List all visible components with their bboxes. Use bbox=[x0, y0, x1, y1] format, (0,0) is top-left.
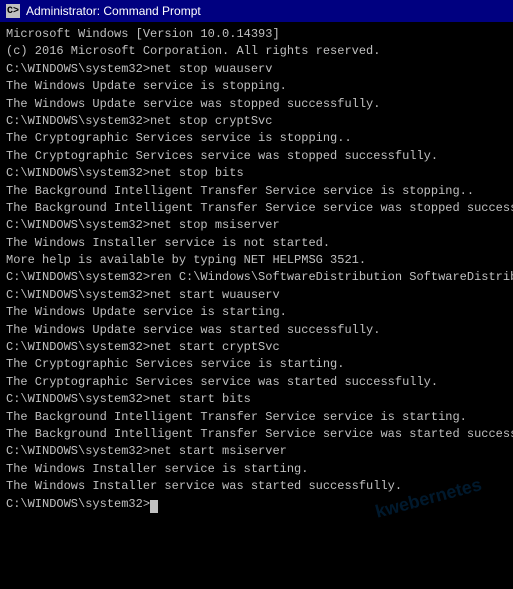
terminal-line: The Windows Installer service is startin… bbox=[6, 461, 507, 478]
terminal-line: The Windows Update service was stopped s… bbox=[6, 96, 507, 113]
terminal-line: C:\WINDOWS\system32>net start bits bbox=[6, 391, 507, 408]
terminal-line: C:\WINDOWS\system32>net stop cryptSvc bbox=[6, 113, 507, 130]
terminal-line: The Windows Update service is stopping. bbox=[6, 78, 507, 95]
terminal-line: Microsoft Windows [Version 10.0.14393] bbox=[6, 26, 507, 43]
terminal-line: C:\WINDOWS\system32>net stop wuauserv bbox=[6, 61, 507, 78]
title-bar-text: Administrator: Command Prompt bbox=[26, 4, 507, 18]
terminal-line: More help is available by typing NET HEL… bbox=[6, 252, 507, 269]
terminal-line: The Windows Update service was started s… bbox=[6, 322, 507, 339]
terminal-line: C:\WINDOWS\system32>net stop bits bbox=[6, 165, 507, 182]
terminal-line: The Windows Installer service was starte… bbox=[6, 478, 507, 495]
terminal-line: The Cryptographic Services service is st… bbox=[6, 356, 507, 373]
terminal-line: C:\WINDOWS\system32>net start msiserver bbox=[6, 443, 507, 460]
terminal-line: (c) 2016 Microsoft Corporation. All righ… bbox=[6, 43, 507, 60]
terminal-line: The Background Intelligent Transfer Serv… bbox=[6, 409, 507, 426]
terminal-line: C:\WINDOWS\system32>net start wuauserv bbox=[6, 287, 507, 304]
terminal-line: C:\WINDOWS\system32>net stop msiserver bbox=[6, 217, 507, 234]
terminal-line: The Cryptographic Services service was s… bbox=[6, 148, 507, 165]
terminal-line: The Windows Update service is starting. bbox=[6, 304, 507, 321]
terminal-line: The Background Intelligent Transfer Serv… bbox=[6, 426, 507, 443]
cursor bbox=[150, 500, 158, 513]
terminal-output: Microsoft Windows [Version 10.0.14393](c… bbox=[6, 26, 507, 513]
window-icon: C> bbox=[6, 4, 20, 18]
terminal-line: C:\WINDOWS\system32>net start cryptSvc bbox=[6, 339, 507, 356]
terminal-line: The Background Intelligent Transfer Serv… bbox=[6, 183, 507, 200]
terminal-body[interactable]: Microsoft Windows [Version 10.0.14393](c… bbox=[0, 22, 513, 589]
terminal-line: C:\WINDOWS\system32> bbox=[6, 496, 507, 513]
terminal-line: The Cryptographic Services service was s… bbox=[6, 374, 507, 391]
title-bar: C> Administrator: Command Prompt bbox=[0, 0, 513, 22]
terminal-line: The Background Intelligent Transfer Serv… bbox=[6, 200, 507, 217]
terminal-line: C:\WINDOWS\system32>ren C:\Windows\Softw… bbox=[6, 269, 507, 286]
terminal-line: The Windows Installer service is not sta… bbox=[6, 235, 507, 252]
terminal-line: The Cryptographic Services service is st… bbox=[6, 130, 507, 147]
